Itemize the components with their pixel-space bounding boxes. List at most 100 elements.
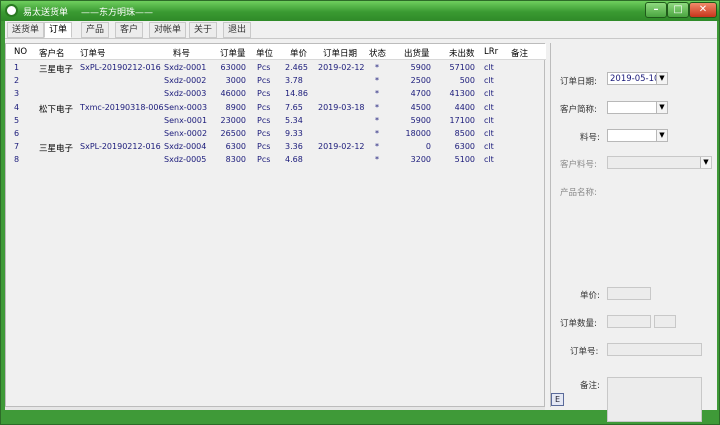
e-icon[interactable]: E — [551, 393, 564, 406]
order-date-value: 2019-05-10 — [610, 74, 660, 84]
cell-shipped: 5900 — [410, 63, 431, 72]
col-customer[interactable]: 客户名 — [39, 47, 65, 59]
chevron-down-icon[interactable]: ▼ — [656, 130, 667, 141]
cell-unit: Pcs — [257, 102, 271, 112]
remark-label: 备注: — [580, 381, 600, 391]
cell-remaining: 8500 — [454, 129, 475, 138]
customer-short-combo[interactable]: ▼ — [607, 101, 668, 114]
cell-order-no: Txmc-20190318-006 — [80, 102, 164, 112]
cell-status: * — [375, 155, 379, 165]
menu-delivery-note[interactable]: 送货单 — [7, 22, 45, 38]
table-row[interactable]: 2 Sxdz-0002 3000 Pcs 3.78 * 2500 500 clt — [6, 75, 546, 88]
remark-textarea[interactable] — [607, 377, 702, 422]
cell-order-qty: 6300 — [225, 142, 246, 152]
cell-part-no: Senx-0003 — [164, 102, 208, 112]
menu-bar: 送货单 订单 产品 客户 对帐单 关于 退出 — [5, 21, 717, 39]
cell-status: * — [375, 142, 379, 152]
title-bar[interactable]: 易太送货单 ——东方明珠—— – □ ✕ — [1, 1, 719, 21]
cell-part-no: Sxdz-0002 — [164, 76, 207, 86]
cell-status: * — [375, 102, 379, 112]
close-button[interactable]: ✕ — [689, 2, 717, 18]
cell-order-qty: 63000 — [220, 63, 246, 72]
cell-remaining: 17100 — [449, 115, 475, 125]
cell-lrr: clt — [484, 76, 494, 86]
col-no[interactable]: NO — [14, 47, 27, 57]
col-unit[interactable]: 单位 — [256, 47, 273, 59]
cell-status: * — [375, 129, 379, 138]
cell-unit: Pcs — [257, 129, 271, 138]
order-qty-field[interactable] — [607, 315, 651, 328]
cell-unit-price: 4.68 — [285, 155, 303, 165]
cell-no: 6 — [14, 129, 20, 138]
customer-part-combo[interactable]: ▼ — [607, 156, 712, 169]
cell-unit: Pcs — [257, 115, 271, 125]
col-remark[interactable]: 备注 — [511, 47, 528, 59]
col-order-date[interactable]: 订单日期 — [323, 47, 357, 59]
chevron-down-icon[interactable]: ▼ — [656, 102, 667, 113]
cell-unit-price: 2.465 — [285, 63, 308, 72]
menu-exit[interactable]: 退出 — [223, 22, 252, 38]
col-unit-price[interactable]: 单价 — [290, 47, 307, 59]
table-row[interactable]: 6 Senx-0002 26500 Pcs 9.33 * 18000 8500 clt — [6, 128, 546, 141]
cell-unit-price: 3.78 — [285, 76, 303, 86]
col-status[interactable]: 状态 — [369, 47, 386, 59]
menu-about[interactable]: 关于 — [189, 22, 218, 38]
table-row[interactable]: 8 Sxdz-0005 8300 Pcs 4.68 * 3200 5100 clt — [6, 154, 546, 167]
horizontal-scrollbar[interactable] — [5, 407, 545, 410]
cell-part-no: Senx-0001 — [164, 115, 208, 125]
col-order-qty[interactable]: 订单量 — [220, 47, 246, 59]
cell-part-no: Sxdz-0005 — [164, 155, 207, 165]
cell-unit: Pcs — [257, 155, 271, 165]
table-row[interactable]: 4 松下电子 Txmc-20190318-006 Senx-0003 8900 Pcs 7.… — [6, 102, 546, 115]
cell-remaining: 57100 — [449, 63, 475, 72]
order-no-field[interactable] — [607, 343, 702, 356]
cell-order-qty: 23000 — [220, 115, 246, 125]
menu-statements[interactable]: 对帐单 — [149, 22, 187, 38]
table-row[interactable]: 5 Senx-0001 23000 Pcs 5.34 * 5900 17100 clt — [6, 115, 546, 128]
table-row[interactable]: 3 Sxdz-0003 46000 Pcs 14.86 * 4700 41300 clt — [6, 88, 546, 101]
cell-order-qty: 46000 — [220, 89, 246, 99]
table-row[interactable]: 1 三星电子 SxPL-20190212-016 Sxdz-0001 63000 Pcs 2… — [6, 62, 546, 75]
part-no-combo[interactable]: ▼ — [607, 129, 668, 142]
cell-customer: 松下电子 — [39, 104, 74, 115]
maximize-button[interactable]: □ — [667, 2, 689, 18]
cell-unit-price: 9.33 — [285, 129, 303, 138]
cell-order-no: SxPL-20190212-016 — [80, 142, 161, 152]
cell-order-date: 2019-02-12 — [318, 142, 365, 152]
cell-unit-price: 5.34 — [285, 115, 303, 125]
menu-customers[interactable]: 客户 — [115, 22, 144, 38]
cell-lrr: clt — [484, 89, 494, 99]
order-date-label: 订单日期: — [560, 77, 597, 87]
menu-products[interactable]: 产品 — [81, 22, 110, 38]
chevron-down-icon[interactable]: ▼ — [700, 157, 711, 168]
order-date-picker[interactable]: 2019-05-10 ▼ — [607, 72, 668, 85]
orders-grid[interactable]: NO 客户名 订单号 料号 订单量 单位 单价 订单日期 状态 出货量 未出数 … — [5, 43, 546, 407]
chevron-down-icon[interactable]: ▼ — [656, 73, 667, 84]
order-qty-unit-field[interactable] — [654, 315, 676, 328]
unit-price-field[interactable] — [607, 287, 651, 300]
menu-orders[interactable]: 订单 — [44, 22, 73, 38]
col-part-no[interactable]: 料号 — [173, 47, 190, 59]
cell-order-no: SxPL-20190212-016 — [80, 63, 161, 72]
minimize-button[interactable]: – — [645, 2, 667, 18]
cell-unit-price: 14.86 — [285, 89, 308, 99]
cell-no: 4 — [14, 102, 20, 112]
cell-status: * — [375, 89, 379, 99]
cell-remaining: 4400 — [454, 102, 475, 112]
cell-order-qty: 8300 — [225, 155, 246, 165]
cell-unit: Pcs — [257, 63, 271, 72]
col-lrr[interactable]: LRr — [484, 47, 498, 57]
table-row[interactable]: 7 三星电子 SxPL-20190212-016 Sxdz-0004 6300 Pcs 3.… — [6, 141, 546, 154]
col-shipped[interactable]: 出货量 — [404, 47, 430, 59]
col-remaining[interactable]: 未出数 — [449, 47, 475, 59]
col-order-no[interactable]: 订单号 — [80, 47, 106, 59]
cell-unit: Pcs — [257, 142, 271, 152]
cell-part-no: Sxdz-0001 — [164, 63, 207, 72]
cell-no: 8 — [14, 155, 20, 165]
cell-order-date: 2019-02-12 — [318, 63, 365, 72]
cell-no: 1 — [14, 63, 20, 72]
unit-price-label: 单价: — [580, 291, 600, 301]
app-window: 易太送货单 ——东方明珠—— – □ ✕ 送货单 订单 产品 客户 对帐单 关于… — [0, 0, 720, 425]
cell-remaining: 5100 — [454, 155, 475, 165]
order-qty-label: 订单数量: — [560, 319, 597, 329]
